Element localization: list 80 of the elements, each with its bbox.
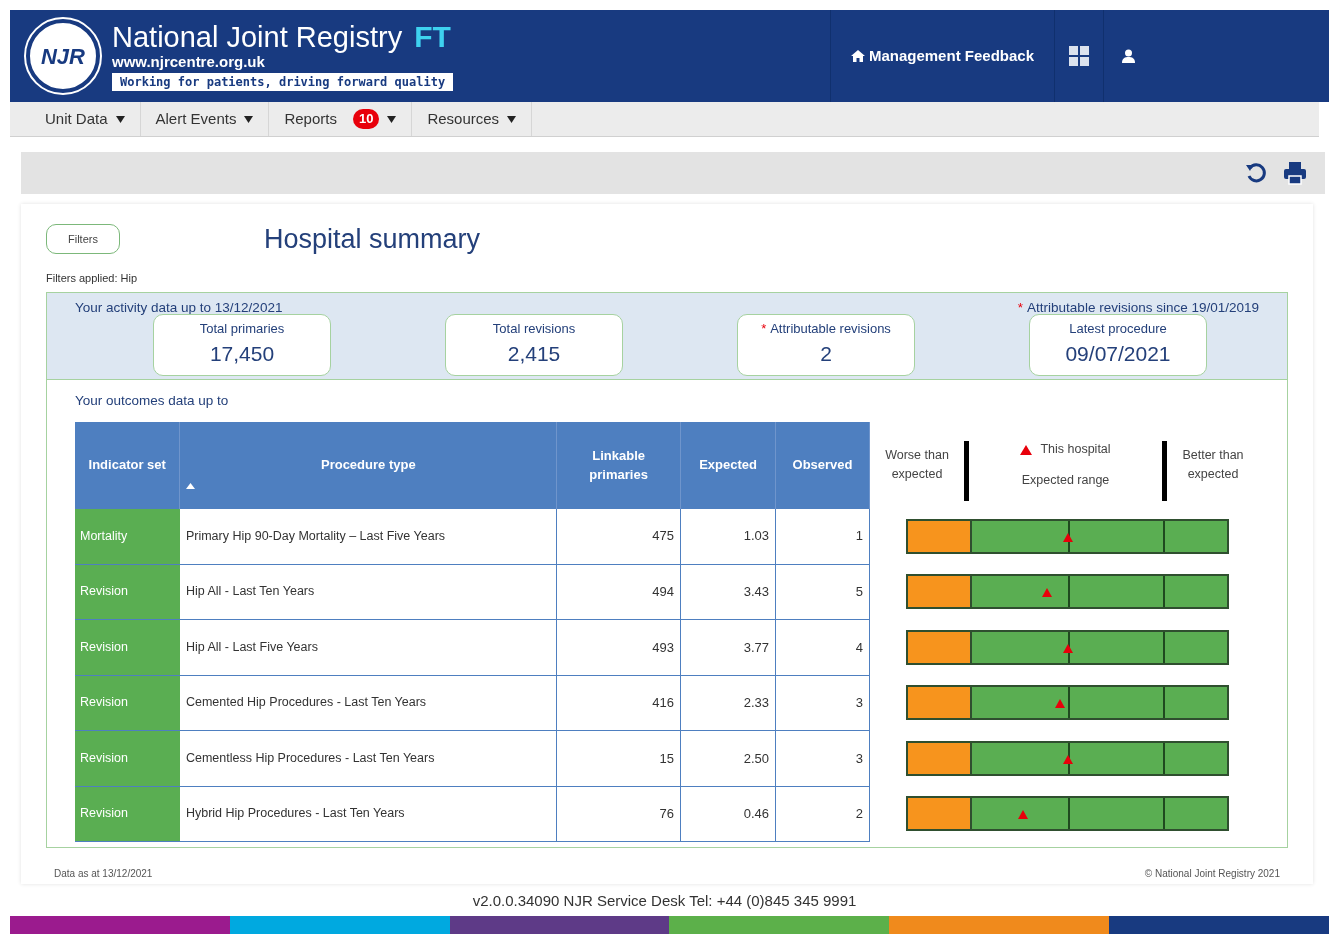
better-label: Better than expected (1181, 447, 1245, 483)
count-badge: 10 (352, 109, 380, 129)
triangle-icon (1020, 444, 1033, 455)
print-icon[interactable] (1283, 161, 1307, 185)
expected-cell: 0.46 (680, 786, 776, 842)
stat-value: 2,415 (507, 341, 561, 368)
observed-cell: 3 (775, 675, 870, 731)
grid-icon[interactable] (1069, 46, 1089, 66)
expected-cell: 3.77 (680, 619, 776, 675)
indicator-cell: Revision (75, 619, 180, 675)
observed-cell: 2 (775, 786, 870, 842)
nav-menu[interactable]: Resources (412, 102, 533, 136)
linkable-cell: 15 (556, 730, 681, 786)
outcomes-heading: Your outcomes data up to (75, 392, 229, 408)
activity-heading: Your activity data up to 13/12/2021 (75, 298, 283, 317)
caret-icon (387, 115, 397, 123)
observed-cell: 1 (775, 508, 870, 564)
procedure-cell: Cementless Hip Procedures - Last Ten Years (179, 730, 557, 786)
home-icon (850, 50, 865, 62)
caret-icon (244, 115, 254, 123)
attributable-footnote: Attributable revisions since 19/01/2019 (1027, 298, 1259, 317)
stat-label: Attributable revisions (770, 319, 891, 338)
linkable-cell: 493 (556, 619, 681, 675)
observed-cell: 3 (775, 730, 870, 786)
filters-applied-text: Filters applied: Hip (46, 271, 139, 286)
stat-label: Latest procedure (1069, 319, 1167, 338)
filters-button[interactable]: Filters (46, 224, 120, 254)
asterisk-mark: * (761, 319, 767, 338)
caret-icon (115, 115, 125, 123)
observed-cell: 4 (775, 619, 870, 675)
caret-icon (507, 115, 517, 123)
column-header: Expected (680, 421, 776, 509)
column-header[interactable]: Procedure type (179, 421, 557, 509)
copyright-text: © National Joint Registry 2021 (1144, 866, 1280, 881)
observed-cell: 5 (775, 564, 870, 620)
stat-value: 17,450 (209, 341, 275, 368)
expected-cell: 3.43 (680, 564, 776, 620)
column-header: Linkable primaries (556, 421, 681, 509)
nav-menu[interactable]: Unit Data (30, 102, 141, 136)
linkable-cell: 416 (556, 675, 681, 731)
indicator-cell: Revision (75, 730, 180, 786)
stat-label: Total primaries (199, 319, 285, 338)
legend-marker-label: This hospital (1020, 440, 1111, 459)
column-header: Indicator set (75, 421, 180, 509)
indicator-cell: Revision (75, 786, 180, 842)
tagline: Working for patients, driving forward quality (112, 73, 454, 91)
stat-value: 09/07/2021 (1065, 341, 1171, 368)
worse-label: Worse than expected (884, 447, 950, 483)
asterisk-mark: * (1017, 298, 1024, 317)
linkable-cell: 76 (556, 786, 681, 842)
data-date-text: Data as at 13/12/2021 (54, 866, 153, 881)
page-title: Hospital summary (264, 222, 481, 256)
stat-label: Total revisions (492, 319, 576, 338)
expected-range-label: Expected range (1021, 472, 1110, 489)
site-title: National Joint Registry (112, 21, 403, 53)
expected-cell: 1.03 (680, 508, 776, 564)
procedure-cell: Cemented Hip Procedures - Last Ten Years (179, 675, 557, 731)
title-suffix: FT (414, 21, 451, 53)
user-icon[interactable] (1122, 49, 1135, 63)
nav-menu[interactable]: Alert Events (140, 102, 270, 136)
nav-menu[interactable]: Reports 10 (269, 102, 413, 136)
linkable-cell: 494 (556, 564, 681, 620)
procedure-cell: Primary Hip 90-Day Mortality – Last Five Years (179, 508, 557, 564)
procedure-cell: Hip All - Last Ten Years (179, 564, 557, 620)
logo-icon: NJR (26, 19, 100, 93)
procedure-cell: Hip All - Last Five Years (179, 619, 557, 675)
refresh-icon[interactable] (1245, 162, 1267, 184)
indicator-cell: Mortality (75, 508, 180, 564)
linkable-cell: 475 (556, 508, 681, 564)
procedure-cell: Hybrid Hip Procedures - Last Ten Years (179, 786, 557, 842)
version-text: v2.0.0.34090 NJR Service Desk Tel: +44 (0)845 345 9991 (472, 890, 857, 911)
website-text: www.njrcentre.org.uk (112, 53, 266, 71)
stat-value: 2 (820, 341, 832, 368)
expected-cell: 2.33 (680, 675, 776, 731)
expected-cell: 2.50 (680, 730, 776, 786)
sort-icon (186, 482, 196, 489)
column-header: Observed (775, 421, 870, 509)
indicator-cell: Revision (75, 564, 180, 620)
management-feedback-link[interactable]: Management Feedback (850, 44, 1034, 68)
indicator-cell: Revision (75, 675, 180, 731)
